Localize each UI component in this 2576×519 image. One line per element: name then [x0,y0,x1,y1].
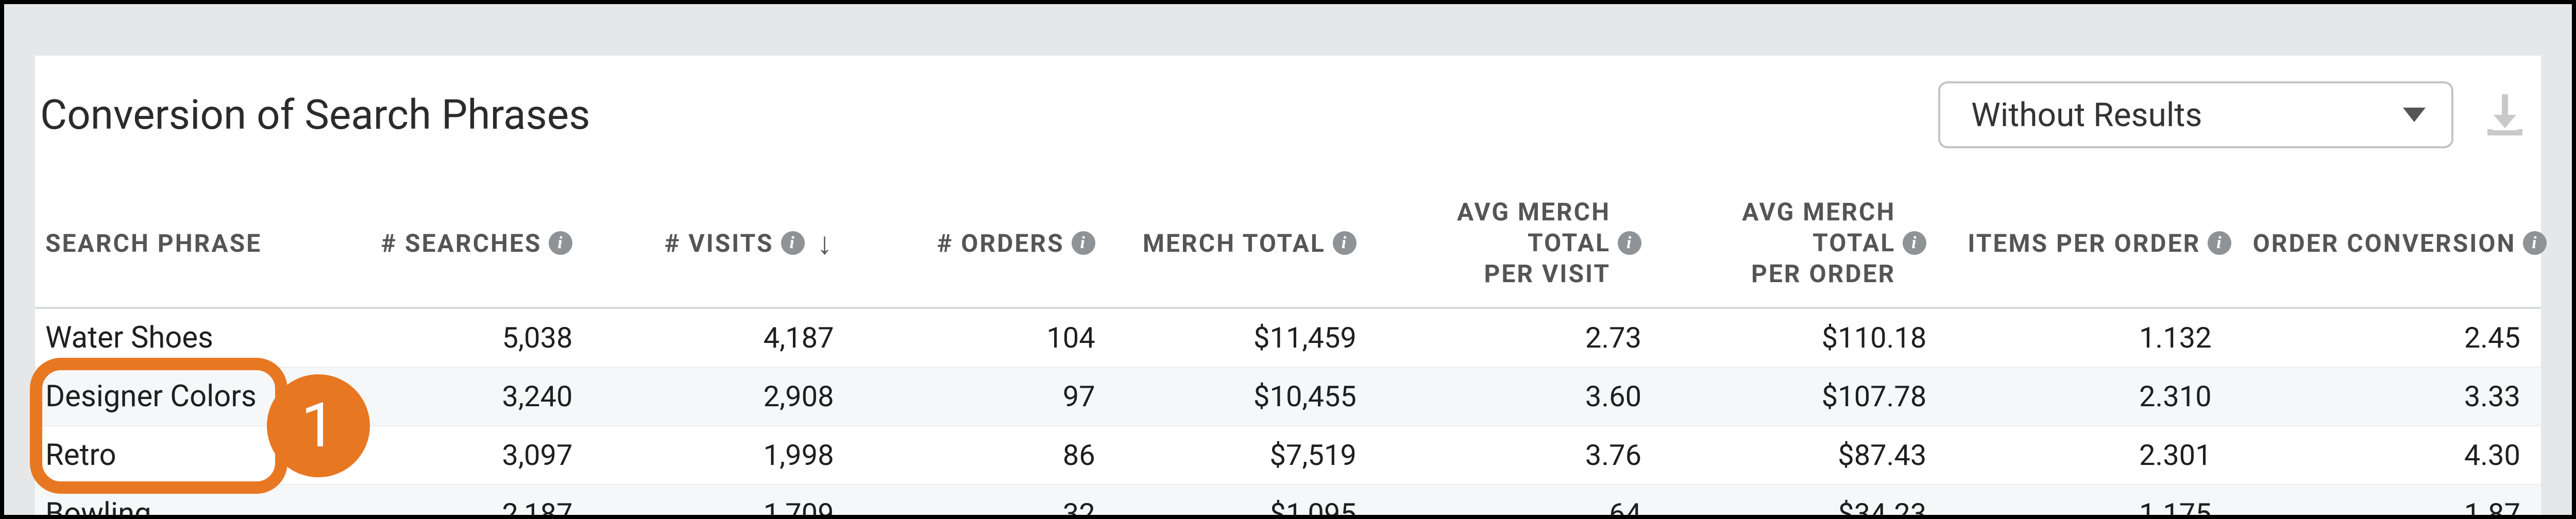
cell-value: 1.132 [1947,308,2232,367]
panel-header: Conversion of Search Phrases Without Res… [35,56,2541,179]
col-label: ORDER CONVERSION [2253,229,2516,258]
cell-value: 1.175 [1947,485,2232,519]
cell-value: 86 [855,426,1116,485]
cell-value: 3.76 [1377,426,1662,485]
cell-value: 1,709 [593,485,854,519]
info-icon[interactable]: i [2208,231,2231,255]
cell-phrase: Bowling [35,485,332,519]
cell-value: 2,187 [332,485,593,519]
chevron-down-icon [2403,108,2426,122]
table-row[interactable]: Retro3,0971,99886$7,5193.76$87.432.3014.… [35,426,2541,485]
download-icon[interactable] [2484,94,2526,135]
cell-value: 2,908 [593,367,854,426]
cell-value: $1,095 [1116,485,1377,519]
sort-desc-icon: ↓ [817,225,834,262]
col-label: SEARCH PHRASE [45,229,262,258]
info-icon[interactable]: i [2523,231,2547,255]
col-header-visits[interactable]: # VISITS i ↓ [593,179,854,308]
cell-value: $110.18 [1662,308,1947,367]
col-label: AVG MERCH TOTALPER ORDER [1683,197,1895,289]
table-row[interactable]: Water Shoes5,0384,187104$11,4592.73$110.… [35,308,2541,367]
col-label: # VISITS [665,229,774,258]
cell-value: 4.30 [2232,426,2541,485]
cell-value: 1,998 [593,426,854,485]
cell-value: $107.78 [1662,367,1947,426]
cell-value: 3,097 [332,426,593,485]
cell-value: 3.60 [1377,367,1662,426]
filter-selected-label: Without Results [1971,96,2202,134]
report-panel: Conversion of Search Phrases Without Res… [35,56,2541,515]
info-icon[interactable]: i [549,231,572,255]
col-header-merch-total[interactable]: MERCH TOTAL i [1116,179,1377,308]
col-header-searches[interactable]: # SEARCHES i [332,179,593,308]
col-header-orders[interactable]: # ORDERS i [855,179,1116,308]
table-row[interactable]: Bowling2,1871,70932$1,095.64$34.231.1751… [35,485,2541,519]
cell-value: $11,459 [1116,308,1377,367]
cell-value: 97 [855,367,1116,426]
col-header-order-conversion[interactable]: ORDER CONVERSIONi [2232,179,2541,308]
col-label: # ORDERS [937,229,1064,258]
info-icon[interactable]: i [1072,231,1095,255]
col-label: MERCH TOTAL [1143,229,1326,258]
panel-title: Conversion of Search Phrases [40,91,590,139]
cell-value: $87.43 [1662,426,1947,485]
cell-value: 3.33 [2232,367,2541,426]
cell-value: 3,240 [332,367,593,426]
cell-value: 4,187 [593,308,854,367]
cell-value: $34.23 [1662,485,1947,519]
cell-value: 32 [855,485,1116,519]
cell-phrase: Water Shoes [35,308,332,367]
cell-phrase: Retro [35,426,332,485]
info-icon[interactable]: i [781,231,805,255]
table-row[interactable]: Designer Colors3,2402,90897$10,4553.60$1… [35,367,2541,426]
cell-phrase: Designer Colors [35,367,332,426]
results-table: SEARCH PHRASE # SEARCHES i # VISITS i ↓ # O… [35,179,2541,519]
cell-value: .64 [1377,485,1662,519]
cell-value: $10,455 [1116,367,1377,426]
col-label: ITEMS PER ORDER [1968,229,2200,258]
info-icon[interactable]: i [1333,231,1357,255]
cell-value: 2.310 [1947,367,2232,426]
cell-value: 1.87 [2232,485,2541,519]
cell-value: $7,519 [1116,426,1377,485]
cell-value: 5,038 [332,308,593,367]
info-icon[interactable]: i [1618,231,1641,255]
col-header-items-per-order[interactable]: ITEMS PER ORDER i [1947,179,2232,308]
col-label: # SEARCHES [381,229,542,258]
cell-value: 104 [855,308,1116,367]
col-header-avg-per-visit[interactable]: AVG MERCH TOTALPER VISIT i [1377,179,1662,308]
cell-value: 2.45 [2232,308,2541,367]
col-header-avg-per-order[interactable]: AVG MERCH TOTALPER ORDER i [1662,179,1947,308]
col-header-phrase[interactable]: SEARCH PHRASE [35,179,332,308]
info-icon[interactable]: i [1903,231,1926,255]
filter-dropdown[interactable]: Without Results [1938,81,2453,148]
col-label: AVG MERCH TOTALPER VISIT [1398,197,1611,289]
cell-value: 2.73 [1377,308,1662,367]
cell-value: 2.301 [1947,426,2232,485]
